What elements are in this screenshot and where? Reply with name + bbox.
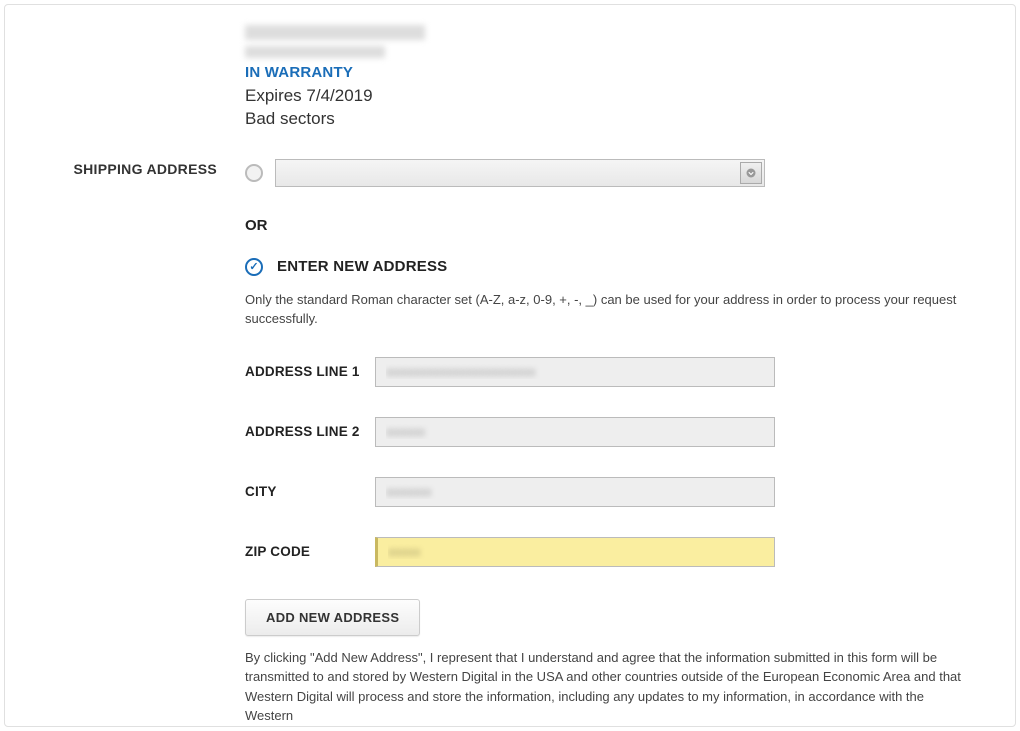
address-line-1-label: ADDRESS LINE 1 bbox=[245, 364, 375, 379]
product-redacted bbox=[245, 25, 975, 58]
dropdown-arrow-icon[interactable] bbox=[740, 162, 762, 184]
form-container: IN WARRANTY Expires 7/4/2019 Bad sectors… bbox=[4, 4, 1016, 727]
warranty-expires: Expires 7/4/2019 bbox=[245, 85, 975, 108]
address-line-2-row: ADDRESS LINE 2 bbox=[245, 417, 975, 447]
enter-new-radio[interactable] bbox=[245, 258, 263, 276]
saved-address-dropdown[interactable] bbox=[275, 159, 765, 187]
add-new-address-button[interactable]: ADD NEW ADDRESS bbox=[245, 599, 420, 636]
warranty-reason: Bad sectors bbox=[245, 108, 975, 131]
saved-address-option bbox=[245, 159, 975, 187]
enter-new-option: ENTER NEW ADDRESS bbox=[245, 258, 975, 276]
shipping-label: SHIPPING ADDRESS bbox=[73, 161, 217, 177]
legal-text: By clicking "Add New Address", I represe… bbox=[245, 648, 975, 726]
warranty-status: IN WARRANTY bbox=[245, 64, 975, 81]
address-line-1-input[interactable] bbox=[375, 357, 775, 387]
shipping-row: SHIPPING ADDRESS OR ENTER NEW ADDRESS On… bbox=[45, 159, 975, 726]
zip-input[interactable] bbox=[375, 537, 775, 567]
zip-label: ZIP CODE bbox=[245, 544, 375, 559]
address-line-1-row: ADDRESS LINE 1 bbox=[245, 357, 975, 387]
zip-row: ZIP CODE bbox=[245, 537, 975, 567]
product-row: IN WARRANTY Expires 7/4/2019 Bad sectors bbox=[45, 25, 975, 159]
saved-address-radio[interactable] bbox=[245, 164, 263, 182]
or-separator: OR bbox=[245, 217, 975, 234]
city-input[interactable] bbox=[375, 477, 775, 507]
city-label: CITY bbox=[245, 484, 375, 499]
address-line-2-input[interactable] bbox=[375, 417, 775, 447]
enter-new-label: ENTER NEW ADDRESS bbox=[277, 258, 447, 275]
city-row: CITY bbox=[245, 477, 975, 507]
address-helper-text: Only the standard Roman character set (A… bbox=[245, 290, 975, 329]
address-line-2-label: ADDRESS LINE 2 bbox=[245, 424, 375, 439]
